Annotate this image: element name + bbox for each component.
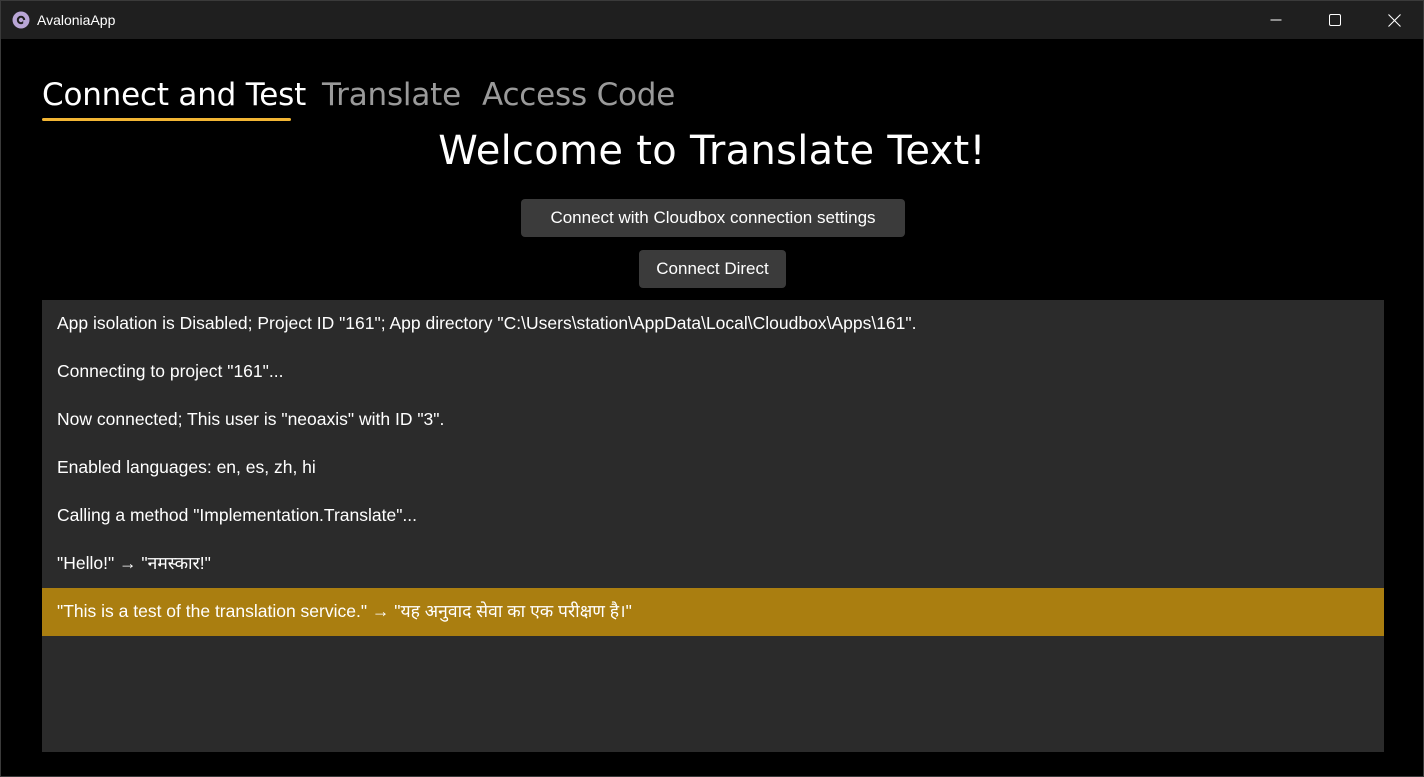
maximize-icon [1329, 14, 1341, 26]
log-item-selected[interactable]: "This is a test of the translation servi… [42, 588, 1384, 636]
tab-selection-indicator [42, 118, 291, 121]
tab-connect-and-test[interactable]: Connect and Test [42, 75, 306, 115]
log-item[interactable]: "Hello!" → "नमस्कार!" [42, 540, 1384, 588]
minimize-button[interactable] [1247, 1, 1305, 39]
close-button[interactable] [1365, 1, 1423, 39]
connect-direct-button[interactable]: Connect Direct [639, 250, 786, 288]
avalonia-logo-icon [12, 11, 30, 29]
close-icon [1387, 13, 1401, 27]
window-title: AvaloniaApp [37, 12, 116, 28]
title-bar[interactable]: AvaloniaApp [1, 1, 1423, 39]
tab-translate[interactable]: Translate [322, 75, 461, 115]
page-title: Welcome to Translate Text! [438, 128, 986, 174]
minimize-icon [1270, 14, 1282, 26]
tab-access-code[interactable]: Access Code [482, 75, 675, 115]
connect-cloudbox-button[interactable]: Connect with Cloudbox connection setting… [521, 199, 905, 237]
log-item[interactable]: Now connected; This user is "neoaxis" wi… [42, 396, 1384, 444]
maximize-button[interactable] [1306, 1, 1364, 39]
log-list[interactable]: App isolation is Disabled; Project ID "1… [42, 300, 1384, 752]
log-item[interactable]: App isolation is Disabled; Project ID "1… [42, 300, 1384, 348]
log-item[interactable]: Enabled languages: en, es, zh, hi [42, 444, 1384, 492]
app-window: AvaloniaApp Connect and Test Translate A… [0, 0, 1424, 777]
log-item[interactable]: Connecting to project "161"... [42, 348, 1384, 396]
log-item[interactable]: Calling a method "Implementation.Transla… [42, 492, 1384, 540]
